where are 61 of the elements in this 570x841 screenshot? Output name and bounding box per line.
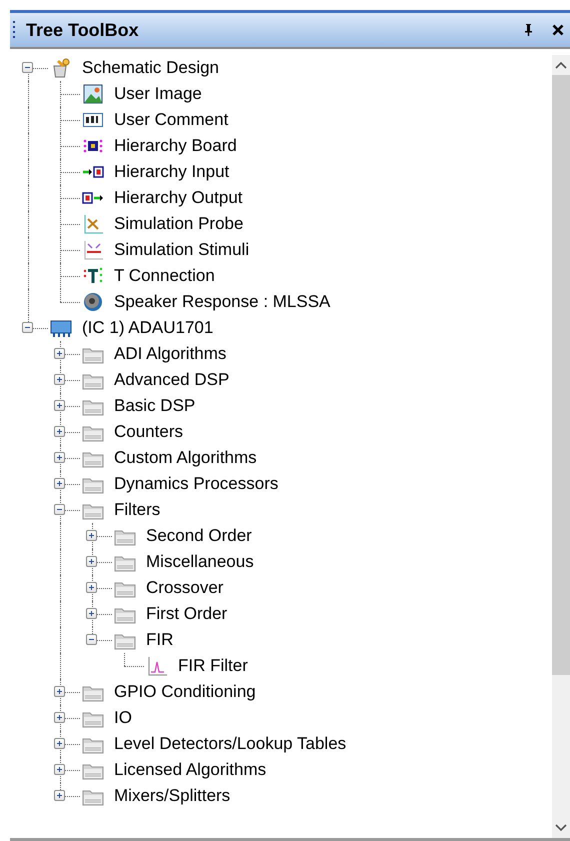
panel-title: Tree ToolBox: [26, 20, 140, 40]
expand-toggle[interactable]: [54, 478, 65, 489]
tree-item[interactable]: Dynamics Processors: [114, 474, 278, 494]
tree-item[interactable]: Second Order: [146, 526, 252, 546]
tree-item[interactable]: (IC 1) ADAU1701: [82, 318, 214, 338]
tree-item[interactable]: T Connection: [114, 266, 215, 286]
expand-toggle[interactable]: [54, 686, 65, 697]
close-icon[interactable]: [552, 24, 564, 36]
expand-toggle[interactable]: [54, 790, 65, 801]
tree-item[interactable]: Crossover: [146, 578, 224, 598]
expand-toggle[interactable]: [54, 348, 65, 359]
tree-item[interactable]: Counters: [114, 422, 183, 442]
tree-item[interactable]: Filters: [114, 500, 160, 520]
expand-toggle[interactable]: [22, 322, 33, 333]
impulse-graph-icon: [146, 655, 168, 677]
expand-toggle[interactable]: [54, 504, 65, 515]
tree-item[interactable]: Speaker Response : MLSSA: [114, 292, 330, 312]
tree-item[interactable]: Hierarchy Output: [114, 188, 242, 208]
expand-toggle[interactable]: [54, 400, 65, 411]
tree-item[interactable]: Simulation Stimuli: [114, 240, 250, 260]
tree-item[interactable]: FIR: [146, 630, 174, 650]
expand-toggle[interactable]: [54, 738, 65, 749]
tree-item[interactable]: Level Detectors/Lookup Tables: [114, 734, 346, 754]
scroll-down-icon[interactable]: [555, 824, 567, 832]
expand-toggle[interactable]: [54, 452, 65, 463]
tree-item[interactable]: User Image: [114, 84, 202, 104]
tree-item[interactable]: Licensed Algorithms: [114, 760, 266, 780]
expand-toggle[interactable]: [54, 374, 65, 385]
expand-toggle[interactable]: [54, 426, 65, 437]
tree-item[interactable]: First Order: [146, 604, 228, 624]
graph-icon: [82, 213, 104, 235]
scroll-up-icon[interactable]: [555, 61, 567, 69]
pin-icon[interactable]: [523, 23, 534, 37]
tree-item[interactable]: Miscellaneous: [146, 552, 254, 572]
grip-icon[interactable]: [12, 20, 16, 40]
tree-item[interactable]: Mixers/Splitters: [114, 786, 230, 806]
tree-item[interactable]: Basic DSP: [114, 396, 196, 416]
expand-toggle[interactable]: [86, 530, 97, 541]
tree-item[interactable]: User Comment: [114, 110, 228, 130]
tree-item[interactable]: Hierarchy Board: [114, 136, 237, 156]
expand-toggle[interactable]: [54, 764, 65, 775]
tree-item[interactable]: Hierarchy Input: [114, 162, 230, 182]
scroll-thumb[interactable]: [552, 75, 570, 675]
expand-toggle[interactable]: [54, 712, 65, 723]
vertical-scrollbar[interactable]: [552, 55, 570, 838]
expand-toggle[interactable]: [86, 582, 97, 593]
expand-toggle[interactable]: [22, 62, 33, 73]
tree-item[interactable]: Advanced DSP: [114, 370, 230, 390]
expand-toggle[interactable]: [86, 556, 97, 567]
tree-item[interactable]: Custom Algorithms: [114, 448, 257, 468]
expand-toggle[interactable]: [86, 634, 97, 645]
tree-item[interactable]: IO: [114, 708, 132, 728]
tree-item[interactable]: Simulation Probe: [114, 214, 244, 234]
tree-item[interactable]: GPIO Conditioning: [114, 682, 256, 702]
expand-toggle[interactable]: [86, 608, 97, 619]
speaker-icon: [82, 291, 104, 313]
tree-item[interactable]: Schematic Design: [82, 58, 220, 78]
tree-item[interactable]: FIR Filter: [178, 656, 248, 676]
stimulus-graph-icon: [82, 239, 104, 261]
image-icon: [82, 83, 104, 105]
tree-item[interactable]: ADI Algorithms: [114, 344, 226, 364]
